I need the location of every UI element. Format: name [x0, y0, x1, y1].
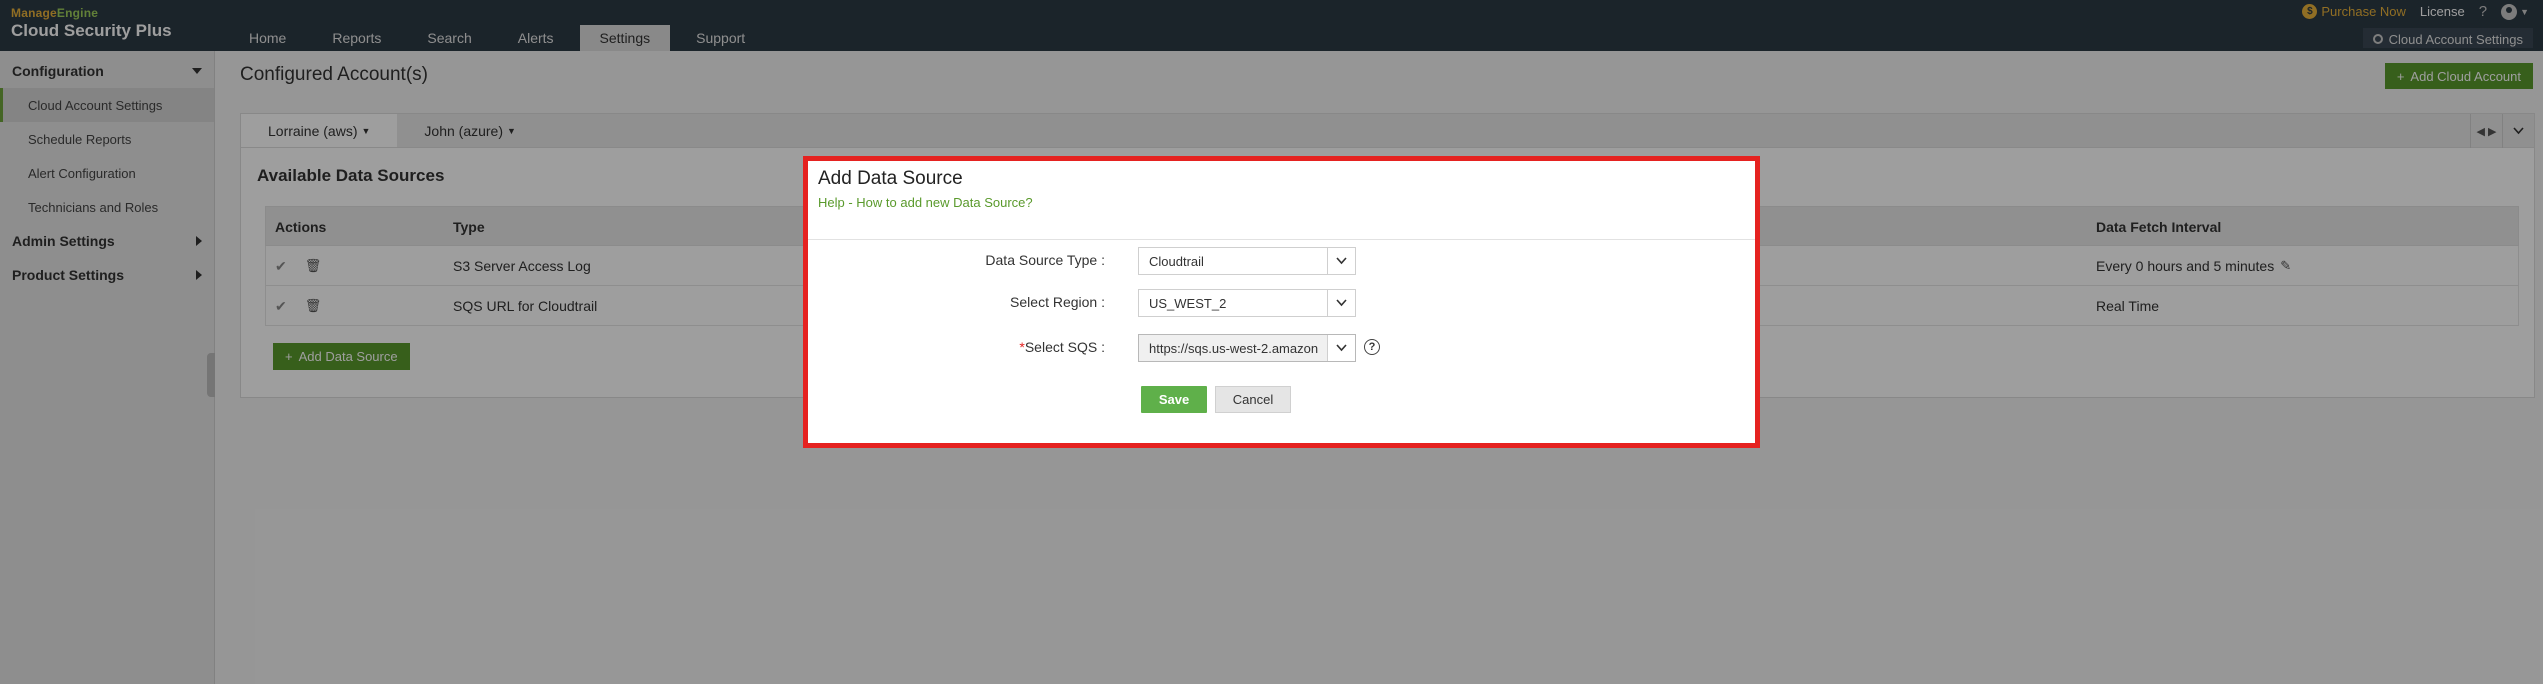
sqs-value: https://sqs.us-west-2.amazon [1149, 340, 1319, 356]
cancel-button[interactable]: Cancel [1215, 386, 1291, 413]
form-row-sqs: * Select SQS : https://sqs.us-west-2.amaz… [808, 332, 1755, 362]
region-select[interactable]: US_WEST_2 [1138, 289, 1356, 317]
chevron-down-icon [1327, 290, 1355, 316]
dialog-title: Add Data Source [818, 168, 963, 189]
sqs-label-text: Select SQS : [1024, 339, 1105, 355]
sqs-select[interactable]: https://sqs.us-west-2.amazon [1138, 334, 1356, 362]
chevron-down-icon [1327, 335, 1355, 361]
region-value: US_WEST_2 [1149, 295, 1227, 311]
save-button[interactable]: Save [1141, 386, 1207, 413]
divider [808, 239, 1755, 240]
form-row-data-source-type: Data Source Type : Cloudtrail [808, 245, 1755, 275]
chevron-down-icon [1327, 248, 1355, 274]
help-link[interactable]: Help - How to add new Data Source? [818, 195, 1033, 210]
data-source-type-select[interactable]: Cloudtrail [1138, 247, 1356, 275]
sqs-label: * Select SQS : [1019, 332, 1105, 362]
region-label: Select Region : [1010, 294, 1105, 310]
form-row-region: Select Region : US_WEST_2 [808, 287, 1755, 317]
question-icon[interactable]: ? [1364, 339, 1380, 355]
data-source-type-value: Cloudtrail [1149, 253, 1204, 269]
add-data-source-dialog: Add Data Source Help - How to add new Da… [803, 156, 1760, 448]
data-source-type-label: Data Source Type : [985, 252, 1105, 268]
